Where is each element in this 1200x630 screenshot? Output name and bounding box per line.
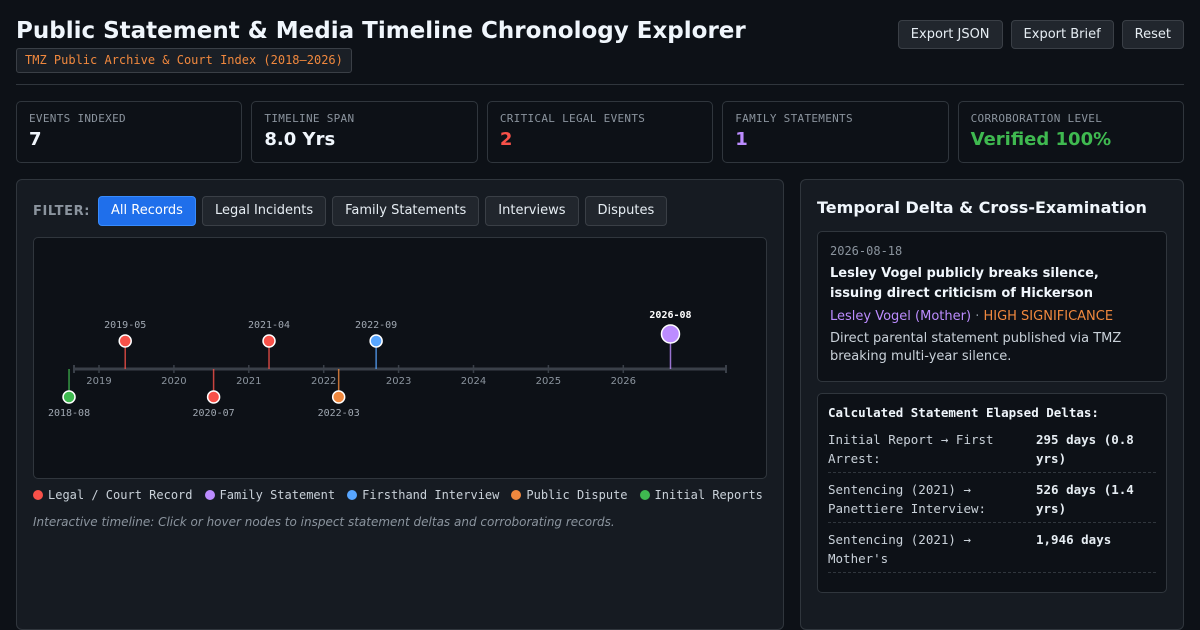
stats-row: EVENTS INDEXED 7 TIMELINE SPAN 8.0 Yrs C…: [16, 101, 1185, 163]
legend-label: Family Statement: [219, 488, 336, 502]
stat-value: 2: [499, 129, 513, 150]
stat-family-statements: FAMILY STATEMENTS 1: [722, 101, 949, 163]
year-tick-label: 2026: [611, 376, 636, 387]
legend-label: Initial Reports: [654, 488, 763, 502]
delta-label: Initial Report → First Arrest:: [828, 432, 994, 466]
export-brief-button[interactable]: Export Brief: [1010, 20, 1114, 49]
event-date-label: 2026-08: [649, 310, 691, 321]
year-tick-label: 2022: [311, 376, 336, 387]
delta-row: Sentencing (2021) → Panettiere Interview…: [828, 480, 1156, 523]
stat-value: 8.0 Yrs: [264, 129, 336, 150]
legend-dot: [347, 490, 358, 500]
year-tick-label: 2024: [461, 376, 486, 387]
event-node[interactable]: [62, 390, 76, 404]
event-title: Lesley Vogel publicly breaks silence, is…: [830, 266, 1099, 301]
filter-all-records[interactable]: All Records: [98, 196, 196, 226]
event-date-label: 2020-07: [193, 408, 235, 419]
event-source: Lesley Vogel (Mother): [830, 309, 972, 324]
stat-label: EVENTS INDEXED: [29, 112, 126, 125]
timeline-svg: 2019 2020 2021 2022 2023 2024 2025 2026 2018-08 2…: [48, 310, 727, 419]
year-tick-label: 2020: [161, 376, 186, 387]
delta-row: Sentencing (2021) → Mother's 1,946 days: [828, 530, 1156, 573]
delta-value: 295 days (0.8 yrs): [1036, 432, 1134, 466]
legend-label: Legal / Court Record: [48, 488, 193, 502]
year-tick-label: 2023: [386, 376, 411, 387]
event-description: Direct parental statement published via …: [830, 331, 1122, 364]
event-date-label: 2022-03: [318, 408, 360, 419]
header: Public Statement & Media Timeline Chrono…: [16, 16, 1184, 85]
legend-dot: [33, 490, 43, 500]
event-date: 2026-08-18: [830, 244, 903, 258]
delta-value: 1,946 days: [1036, 532, 1112, 547]
significance-badge: HIGH SIGNIFICANCE: [983, 309, 1114, 324]
legend-dot: [511, 490, 522, 500]
timeline-panel: FILTER: All Records Legal Incidents Fami…: [16, 179, 784, 630]
event-node[interactable]: [660, 324, 681, 344]
year-tick-label: 2019: [86, 376, 111, 387]
event-node[interactable]: [118, 334, 132, 348]
legend-interview: Firsthand Interview: [347, 488, 499, 502]
event-node[interactable]: [206, 390, 221, 404]
year-tick-label: 2021: [236, 376, 261, 387]
event-date-label: 2021-04: [248, 320, 290, 331]
timeline-canvas: 2019 2020 2021 2022 2023 2024 2025 2026 2018-08 2…: [33, 237, 767, 479]
legend-family: Family Statement: [204, 488, 336, 502]
filter-label: FILTER:: [33, 203, 91, 219]
delta-panel: Temporal Delta & Cross-Examination 2026-…: [800, 179, 1184, 630]
stat-value: 7: [29, 129, 42, 150]
stat-label: FAMILY STATEMENTS: [735, 112, 853, 125]
header-actions: Export JSON Export Brief Reset: [897, 20, 1184, 49]
stat-critical-legal-events: CRITICAL LEGAL EVENTS 2: [486, 101, 714, 163]
event-node[interactable]: [369, 334, 383, 348]
delta-label: Sentencing (2021) → Panettiere Interview…: [828, 482, 987, 516]
filter-interviews[interactable]: Interviews: [485, 196, 579, 226]
selected-event-card: 2026-08-18 Lesley Vogel publicly breaks …: [817, 231, 1167, 382]
legend: Legal / Court Record Family Statement Fi…: [33, 488, 763, 502]
legend-dot: [639, 490, 650, 500]
event-node[interactable]: [331, 390, 346, 404]
timeline-hint: Interactive timeline: Click or hover nod…: [33, 515, 615, 529]
event-date-label: 2022-09: [355, 320, 397, 331]
legend-label: Public Dispute: [526, 488, 628, 502]
stat-value: Verified 100%: [970, 129, 1112, 150]
legend-legal: Legal / Court Record: [33, 488, 193, 502]
event-meta: Lesley Vogel (Mother) · HIGH SIGNIFICANC…: [830, 309, 1154, 324]
year-tick-label: 2025: [536, 376, 561, 387]
panel-title: Temporal Delta & Cross-Examination: [817, 198, 1147, 217]
reset-button[interactable]: Reset: [1121, 20, 1184, 49]
legend-dot: [204, 490, 215, 500]
page-title: Public Statement & Media Timeline Chrono…: [16, 18, 746, 44]
event-date-label: 2018-08: [48, 408, 90, 419]
legend-label: Firsthand Interview: [362, 488, 500, 502]
event-date-label: 2019-05: [104, 320, 146, 331]
stat-events-indexed: EVENTS INDEXED 7: [16, 101, 243, 163]
stat-corroboration-level: CORROBORATION LEVEL Verified 100%: [957, 101, 1185, 163]
stat-label: TIMELINE SPAN: [264, 112, 355, 125]
delta-value: 526 days (1.4 yrs): [1036, 482, 1134, 516]
filter-legal-incidents[interactable]: Legal Incidents: [201, 196, 327, 226]
filter-bar: FILTER: All Records Legal Incidents Fami…: [33, 196, 668, 226]
legend-initial: Initial Reports: [639, 488, 763, 502]
event-node[interactable]: [262, 334, 276, 348]
meta-separator: ·: [975, 309, 980, 324]
filter-family-statements[interactable]: Family Statements: [332, 196, 480, 226]
stat-label: CORROBORATION LEVEL: [970, 112, 1103, 125]
filter-disputes[interactable]: Disputes: [584, 196, 668, 226]
delta-heading: Calculated Statement Elapsed Deltas:: [828, 405, 1099, 420]
delta-row: Initial Report → First Arrest: 295 days …: [828, 430, 1156, 473]
export-json-button[interactable]: Export JSON: [897, 20, 1003, 49]
stat-label: CRITICAL LEGAL EVENTS: [499, 112, 646, 125]
source-tag: TMZ Public Archive & Court Index (2018–2…: [16, 48, 352, 73]
delta-label: Sentencing (2021) → Mother's: [828, 532, 971, 566]
delta-card: Calculated Statement Elapsed Deltas: Ini…: [817, 393, 1167, 593]
legend-dispute: Public Dispute: [511, 488, 628, 502]
stat-value: 1: [735, 129, 748, 150]
stat-timeline-span: TIMELINE SPAN 8.0 Yrs: [251, 101, 478, 163]
